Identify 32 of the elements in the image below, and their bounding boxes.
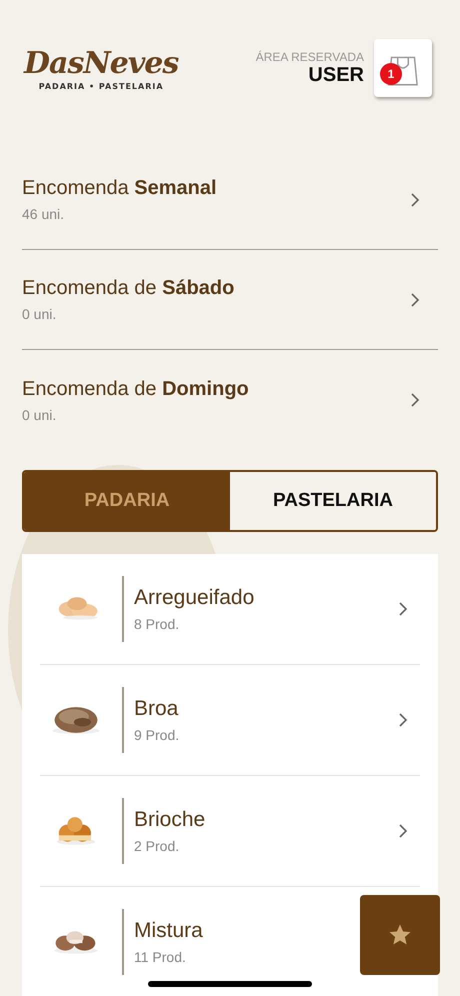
category-name: Arregueifado [134,586,254,610]
order-count: 0 uni. [22,306,56,322]
chevron-right-icon [398,601,408,617]
logo-wordmark: DasNeves [24,46,178,82]
chevron-right-icon [410,192,420,208]
chevron-right-icon [398,712,408,728]
order-count: 46 uni. [22,206,64,222]
order-row[interactable]: Encomenda Semanal 46 uni. [22,150,438,250]
star-icon [388,923,412,947]
chevron-right-icon [410,392,420,408]
favorites-button[interactable] [360,895,440,975]
product-count: 9 Prod. [134,727,180,743]
category-name: Mistura [134,919,203,943]
logo-tagline: PADARIA • PASTELARIA [38,82,164,90]
order-row[interactable]: Encomenda de Domingo 0 uni. [22,350,438,450]
category-tab[interactable]: PADARIA [24,472,230,530]
cart-count-badge: 1 [380,63,402,85]
order-row[interactable]: Encomenda de Sábado 0 uni. [22,250,438,350]
order-title: Encomenda de Sábado [22,277,234,300]
category-name: Broa [134,697,178,721]
chevron-right-icon [398,823,408,839]
account-label: ÁREA RESERVADA [256,50,364,64]
user-name: USER [308,64,364,86]
order-count: 0 uni. [22,406,56,422]
product-count: 2 Prod. [134,838,180,854]
order-title: Encomenda de Domingo [22,378,249,400]
cart-button[interactable]: 1 [374,39,432,97]
order-title: Encomenda Semanal [22,177,217,200]
chevron-right-icon [410,292,420,308]
category-name: Brioche [134,808,206,832]
product-count: 8 Prod. [134,616,180,632]
product-count: 11 Prod. [134,949,186,965]
